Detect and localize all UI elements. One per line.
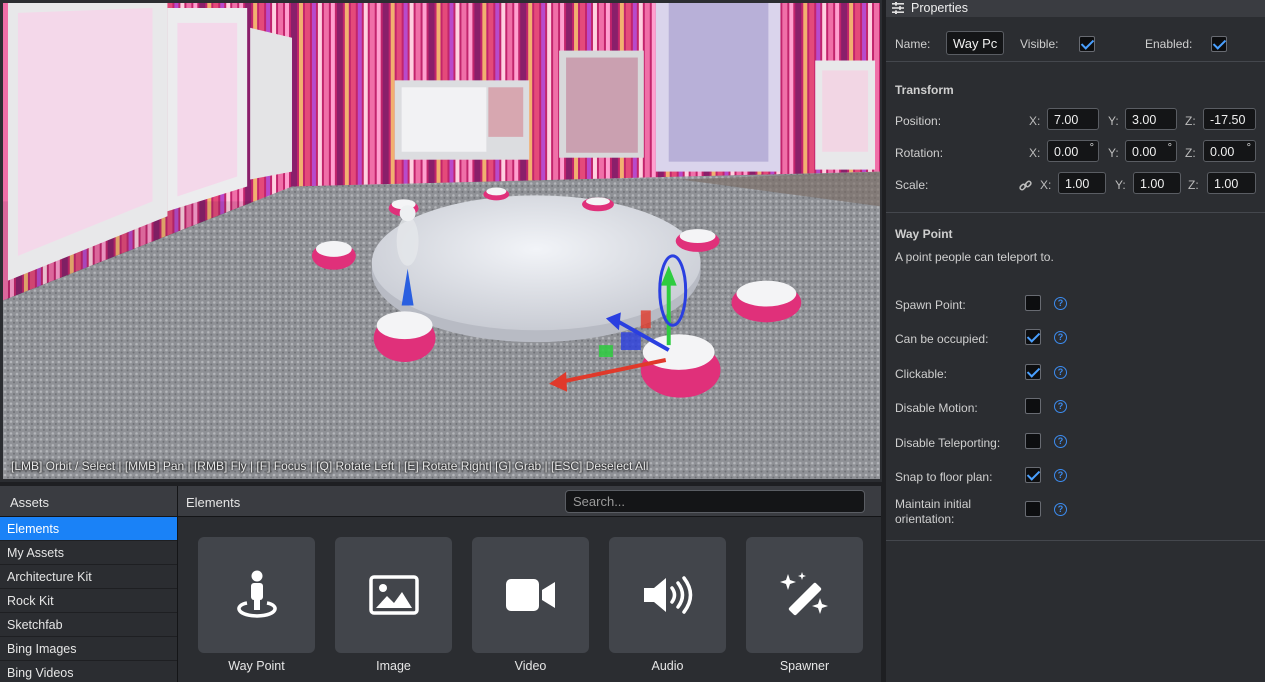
scene-render[interactable]: [3, 3, 880, 479]
waypoint-person-icon: [236, 570, 277, 618]
position-y-label: Y:: [1108, 114, 1119, 128]
help-icon[interactable]: ?: [1054, 366, 1067, 379]
degree-symbol: °: [1089, 142, 1094, 154]
general-section: Name: Way Pc Visible: Enabled:: [886, 17, 1265, 62]
search-input[interactable]: [565, 490, 865, 513]
tile-label: Image: [376, 659, 411, 673]
position-y-input[interactable]: 3.00: [1125, 108, 1177, 130]
clickable-label: Clickable:: [895, 367, 948, 381]
elements-title: Elements: [186, 495, 241, 510]
scale-y-label: Y:: [1115, 178, 1126, 192]
magic-wand-icon: [779, 572, 828, 616]
assets-header: Assets: [0, 486, 177, 517]
image-icon: [368, 575, 419, 615]
disable-teleporting-label: Disable Teleporting:: [895, 436, 1001, 450]
help-icon[interactable]: ?: [1054, 400, 1067, 413]
position-x-label: X:: [1029, 114, 1041, 128]
help-icon[interactable]: ?: [1054, 503, 1067, 516]
degree-symbol: °: [1246, 142, 1251, 154]
disable-motion-label: Disable Motion:: [895, 401, 978, 415]
sliders-menu-icon[interactable]: [892, 2, 904, 14]
rotation-x-input[interactable]: 0.00 °: [1047, 140, 1099, 162]
scale-z-label: Z:: [1188, 178, 1199, 192]
assets-panel: Assets Elements My Assets Architecture K…: [0, 486, 178, 682]
disable-teleporting-checkbox[interactable]: [1025, 433, 1041, 449]
tile-label: Audio: [651, 659, 684, 673]
enabled-checkbox[interactable]: [1211, 36, 1227, 52]
tile-way-point[interactable]: Way Point: [198, 537, 315, 673]
snap-to-floor-plan-checkbox[interactable]: [1025, 467, 1041, 483]
elements-header: Elements: [178, 486, 881, 517]
can-be-occupied-checkbox[interactable]: [1025, 329, 1041, 345]
position-x-input[interactable]: 7.00: [1047, 108, 1099, 130]
position-z-label: Z:: [1185, 114, 1196, 128]
rotation-y-label: Y:: [1108, 146, 1119, 160]
tile-label: Way Point: [228, 659, 285, 673]
waypoint-section: Way Point A point people can teleport to…: [886, 213, 1265, 541]
video-camera-icon: [505, 579, 555, 611]
help-icon[interactable]: ?: [1054, 469, 1067, 482]
rotation-x-value: 0.00: [1054, 145, 1079, 159]
maintain-initial-orientation-label: Maintain initial orientation:: [895, 497, 972, 526]
snap-to-floor-plan-label: Snap to floor plan:: [895, 470, 993, 484]
clickable-checkbox[interactable]: [1025, 364, 1041, 380]
asset-category-sketchfab[interactable]: Sketchfab: [0, 613, 177, 637]
scene-viewport[interactable]: [LMB] Orbit / Select | [MMB] Pan | [RMB]…: [0, 0, 882, 482]
speaker-icon: [643, 576, 692, 614]
tile-image[interactable]: Image: [335, 537, 452, 673]
rotation-x-label: X:: [1029, 146, 1041, 160]
asset-category-architecture-kit[interactable]: Architecture Kit: [0, 565, 177, 589]
tile-spawner[interactable]: Spawner: [746, 537, 863, 673]
spawn-point-checkbox[interactable]: [1025, 295, 1041, 311]
tile-video[interactable]: Video: [472, 537, 589, 673]
scale-z-input[interactable]: 1.00: [1207, 172, 1256, 194]
visible-checkbox[interactable]: [1079, 36, 1095, 52]
help-icon[interactable]: ?: [1054, 297, 1067, 310]
elements-panel: Elements Way Point Im: [178, 486, 881, 682]
properties-panel: Properties Name: Way Pc Visible: Enabled…: [886, 0, 1265, 682]
rotation-z-label: Z:: [1185, 146, 1196, 160]
asset-category-elements[interactable]: Elements: [0, 517, 177, 541]
help-icon[interactable]: ?: [1054, 331, 1067, 344]
spawn-point-label: Spawn Point:: [895, 298, 966, 312]
name-field[interactable]: Way Pc: [946, 31, 1004, 55]
waypoint-title: Way Point: [895, 227, 953, 241]
asset-category-my-assets[interactable]: My Assets: [0, 541, 177, 565]
rotation-label: Rotation:: [895, 146, 944, 160]
properties-header: Properties: [886, 0, 1265, 17]
position-label: Position:: [895, 114, 942, 128]
degree-symbol: °: [1167, 142, 1172, 154]
asset-category-rock-kit[interactable]: Rock Kit: [0, 589, 177, 613]
position-z-input[interactable]: -17.50: [1203, 108, 1256, 130]
tile-label: Spawner: [779, 659, 830, 673]
transform-section: Transform Position: X: 7.00 Y: 3.00 Z: -…: [886, 62, 1265, 213]
name-label: Name:: [895, 37, 931, 51]
enabled-label: Enabled:: [1145, 37, 1193, 51]
visible-label: Visible:: [1020, 37, 1059, 51]
properties-title: Properties: [911, 1, 968, 15]
scale-label: Scale:: [895, 178, 929, 192]
asset-category-bing-images[interactable]: Bing Images: [0, 637, 177, 661]
scale-x-label: X:: [1040, 178, 1052, 192]
rotation-z-input[interactable]: 0.00 °: [1203, 140, 1256, 162]
disable-motion-checkbox[interactable]: [1025, 398, 1041, 414]
link-icon[interactable]: [1019, 179, 1032, 192]
controls-hint: [LMB] Orbit / Select | [MMB] Pan | [RMB]…: [11, 459, 649, 473]
tile-label: Video: [514, 659, 547, 673]
rotation-y-input[interactable]: 0.00 °: [1125, 140, 1177, 162]
scale-y-input[interactable]: 1.00: [1133, 172, 1181, 194]
help-icon[interactable]: ?: [1054, 435, 1067, 448]
can-be-occupied-label: Can be occupied:: [895, 332, 989, 346]
rotation-z-value: 0.00: [1210, 145, 1235, 159]
waypoint-description: A point people can teleport to.: [895, 250, 1054, 264]
asset-category-bing-videos[interactable]: Bing Videos: [0, 661, 177, 682]
tile-audio[interactable]: Audio: [609, 537, 726, 673]
maintain-initial-orientation-checkbox[interactable]: [1025, 501, 1041, 517]
transform-title: Transform: [895, 83, 954, 97]
scale-x-input[interactable]: 1.00: [1058, 172, 1106, 194]
rotation-y-value: 0.00: [1132, 145, 1157, 159]
